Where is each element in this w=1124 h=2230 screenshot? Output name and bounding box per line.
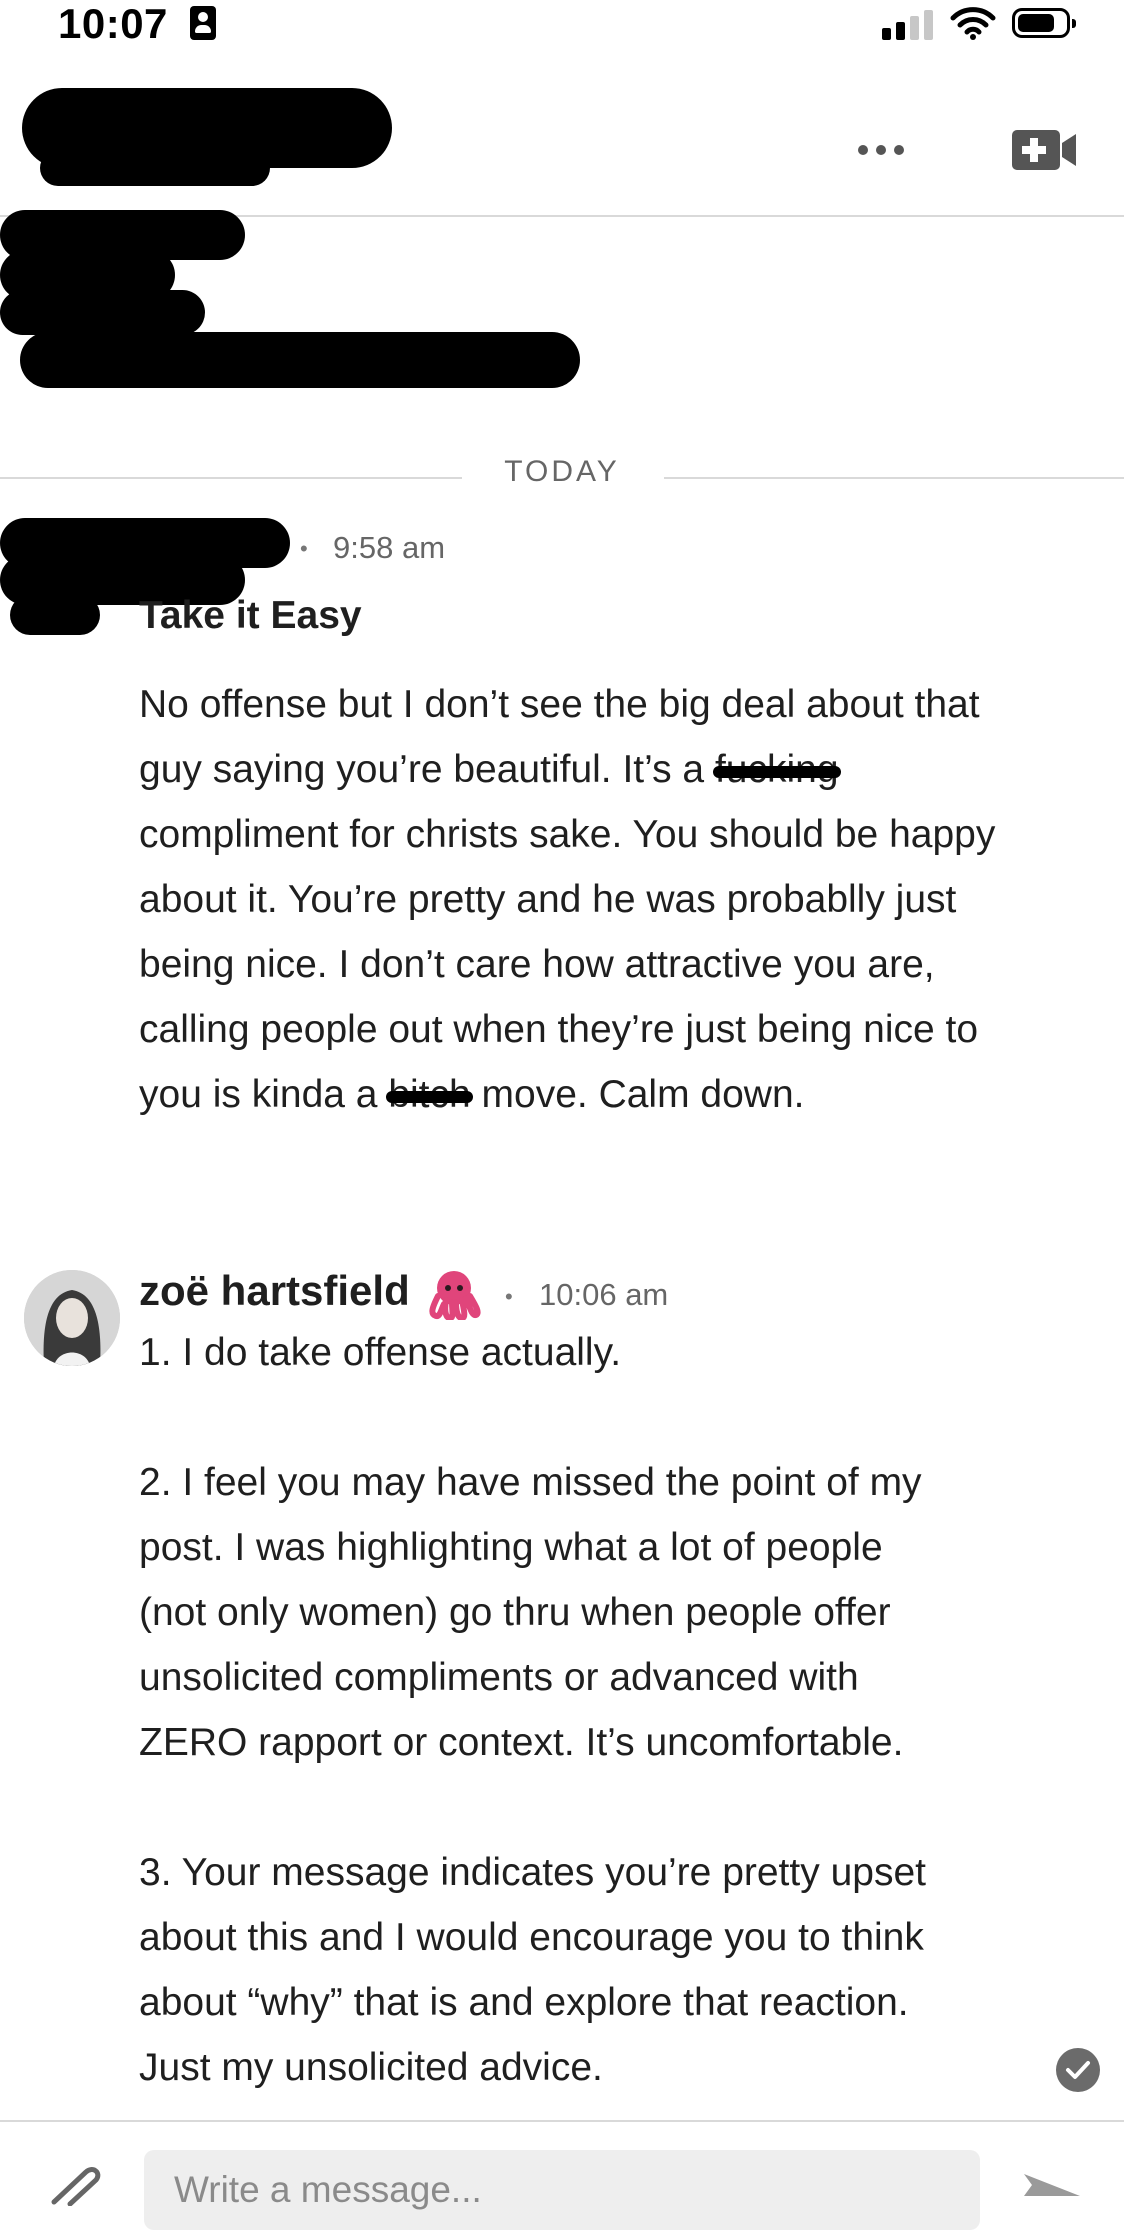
redacted-profile-info	[20, 332, 580, 388]
redacted-contact-name	[40, 150, 270, 186]
video-call-button[interactable]	[1010, 126, 1078, 174]
day-divider-line	[664, 477, 1124, 479]
wifi-icon	[950, 7, 996, 40]
read-receipt-icon	[1056, 2048, 1100, 2092]
battery-icon	[1012, 8, 1076, 38]
message-body: No offense but I don’t see the big deal …	[139, 672, 1119, 1127]
day-divider-label: TODAY	[504, 455, 620, 488]
message-body-text: compliment for christs sake. You should …	[139, 813, 996, 1116]
cellular-signal-icon	[882, 10, 936, 40]
more-options-button[interactable]	[846, 130, 916, 170]
day-divider-line	[0, 477, 462, 479]
censored-word: fucking	[712, 737, 841, 802]
redacted-profile-info	[0, 290, 205, 335]
message-input[interactable]	[144, 2150, 980, 2230]
octopus-emoji-icon	[429, 1271, 481, 1320]
separator-dot: •	[300, 536, 308, 561]
sender-name[interactable]: zoë hartsfield	[139, 1267, 410, 1315]
message-body-text: No offense but I don’t see the big deal …	[139, 683, 980, 791]
paperclip-icon[interactable]	[46, 2166, 106, 2206]
message-subject: Take it Easy	[139, 594, 362, 637]
message-timestamp: 9:58 am	[333, 530, 446, 565]
separator-dot: •	[505, 1284, 513, 1309]
contact-card-icon	[190, 6, 216, 40]
redacted-sender-avatar-name	[10, 595, 100, 635]
censored-word: bitch	[386, 1062, 474, 1127]
message-timestamp: 10:06 am	[539, 1277, 669, 1312]
message-body-text: move. Calm down.	[470, 1073, 805, 1116]
message-body: 1. I do take offense actually. 2. I feel…	[139, 1331, 926, 2089]
composer-divider	[0, 2120, 1124, 2122]
status-time: 10:07	[58, 0, 168, 47]
avatar[interactable]	[24, 1270, 120, 1366]
